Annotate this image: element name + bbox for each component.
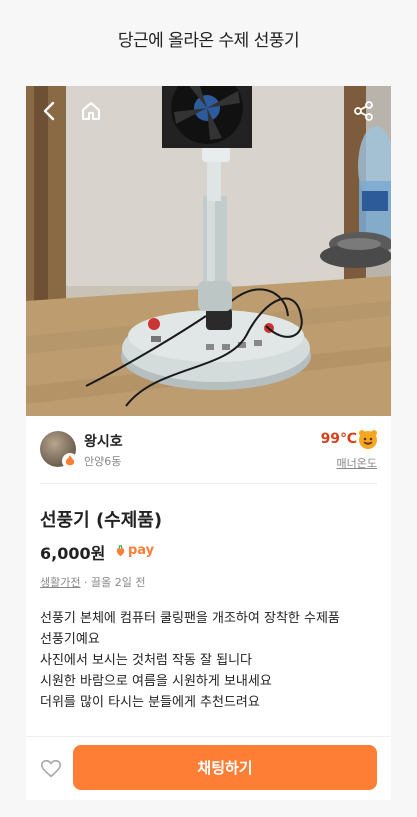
fire-badge-icon: [62, 453, 78, 469]
seller-profile[interactable]: 왕시호 안양6동 99℃ 매너온도: [26, 416, 391, 484]
meta-separator: ·: [83, 576, 91, 589]
bottom-divider: [26, 736, 391, 737]
description-line: 사진에서 보시는 것처럼 작동 잘 됩니다: [40, 653, 253, 668]
listing-description: 선풍기 본체에 컴퓨터 쿨링팬을 개조하여 장착한 수제품 선풍기예요 사진에서…: [40, 608, 380, 713]
pay-label: pay: [128, 543, 155, 558]
caption: 당근에 올라온 수제 선풍기: [117, 31, 300, 51]
home-icon: [82, 102, 100, 120]
listing-title: 선풍기 (수제품): [40, 510, 163, 531]
pay-badge: pay: [116, 543, 154, 558]
listing-time: 끌올 2일 전: [90, 576, 146, 589]
manner-temperature: 99℃: [320, 431, 357, 447]
share-icon: [354, 101, 373, 121]
seller-location: 안양6동: [84, 455, 122, 468]
avatar[interactable]: [40, 431, 78, 469]
seller-name[interactable]: 왕시호: [84, 431, 123, 451]
manner-temperature-label[interactable]: 매너온도: [337, 455, 377, 471]
smile-face-icon: [359, 430, 377, 449]
chevron-left-icon: [43, 101, 55, 121]
product-photo[interactable]: [26, 86, 391, 416]
listing-card: 왕시호 안양6동 99℃ 매너온도 선풍기 (수제품) 6,000원 pay 생…: [26, 86, 391, 800]
photo-scene: [26, 86, 391, 416]
carrot-icon: [116, 545, 125, 556]
share-button[interactable]: [351, 98, 377, 124]
listing-meta: 생활가전 · 끌올 2일 전: [40, 574, 145, 590]
divider: [40, 483, 377, 484]
description-line: 시원한 바람으로 여름을 시원하게 보내세요: [40, 674, 272, 689]
description-line: 선풍기 본체에 컴퓨터 쿨링팬을 개조하여 장착한 수제품: [40, 611, 340, 626]
back-button[interactable]: [36, 98, 62, 124]
description-line: 더위를 많이 타시는 분들에게 추천드려요: [40, 695, 260, 710]
description-line: 선풍기예요: [40, 632, 100, 647]
home-button[interactable]: [78, 98, 104, 124]
listing-price: 6,000원: [40, 544, 106, 563]
category-link[interactable]: 생활가전: [40, 576, 80, 589]
chat-button[interactable]: 채팅하기: [73, 745, 377, 790]
heart-icon[interactable]: [40, 758, 62, 780]
